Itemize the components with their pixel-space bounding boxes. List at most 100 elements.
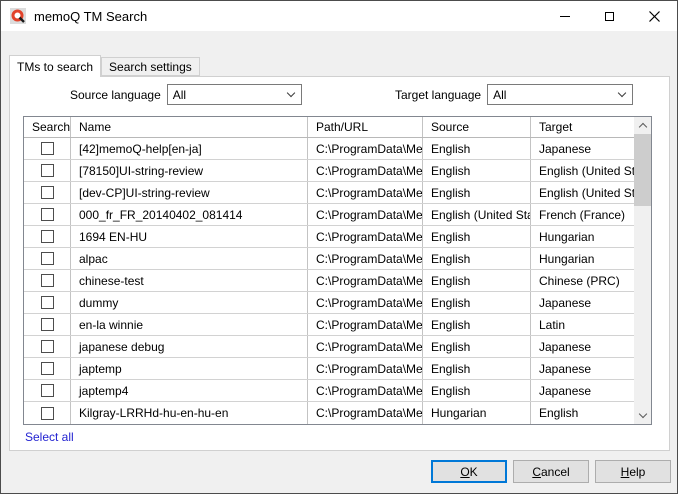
table-row[interactable]: en-la winnieC:\ProgramData\Me...EnglishL… xyxy=(24,314,634,336)
tm-source-cell: English xyxy=(423,314,531,335)
cancel-button[interactable]: Cancel xyxy=(513,460,589,483)
table-row[interactable]: alpacC:\ProgramData\Me...EnglishHungaria… xyxy=(24,248,634,270)
tm-name-cell: [dev-CP]UI-string-review xyxy=(71,182,308,203)
row-checkbox[interactable] xyxy=(41,142,54,155)
row-checkbox[interactable] xyxy=(41,230,54,243)
tm-table-body: [42]memoQ-help[en-ja]C:\ProgramData\Me..… xyxy=(24,138,634,424)
tm-target-cell: Latin xyxy=(531,314,634,335)
tm-target-cell: English xyxy=(531,402,634,424)
table-row[interactable]: [dev-CP]UI-string-reviewC:\ProgramData\M… xyxy=(24,182,634,204)
close-icon xyxy=(649,11,660,22)
row-checkbox[interactable] xyxy=(41,274,54,287)
tm-name-cell: 1694 EN-HU xyxy=(71,226,308,247)
tm-name-cell: chinese-test xyxy=(71,270,308,291)
column-header-name[interactable]: Name xyxy=(71,117,308,137)
tm-target-cell: Japanese xyxy=(531,380,634,401)
chevron-up-icon xyxy=(638,123,646,131)
row-checkbox[interactable] xyxy=(41,384,54,397)
tm-target-cell: Japanese xyxy=(531,292,634,313)
cancel-button-label: ancel xyxy=(541,465,570,479)
tm-path-cell: C:\ProgramData\Me... xyxy=(308,204,423,225)
tab-search-settings[interactable]: Search settings xyxy=(101,57,200,76)
tm-path-cell: C:\ProgramData\Me... xyxy=(308,402,423,424)
ok-button-accesskey: O xyxy=(460,465,469,479)
row-checkbox[interactable] xyxy=(41,186,54,199)
titlebar: memoQ TM Search xyxy=(1,1,677,31)
table-row[interactable]: japtemp4C:\ProgramData\Me...EnglishJapan… xyxy=(24,380,634,402)
row-checkbox[interactable] xyxy=(41,362,54,375)
tm-path-cell: C:\ProgramData\Me... xyxy=(308,248,423,269)
target-language-label: Target language xyxy=(395,88,481,102)
scrollbar-thumb[interactable] xyxy=(634,134,651,206)
maximize-icon xyxy=(605,12,614,21)
tm-target-cell: English (United Sta... xyxy=(531,160,634,181)
scroll-up-button[interactable] xyxy=(634,117,651,134)
search-cell xyxy=(24,226,71,247)
row-checkbox[interactable] xyxy=(41,164,54,177)
target-language-group: Target language All xyxy=(395,84,633,105)
table-row[interactable]: dummyC:\ProgramData\Me...EnglishJapanese xyxy=(24,292,634,314)
tm-source-cell: English xyxy=(423,380,531,401)
window-title: memoQ TM Search xyxy=(34,9,147,24)
row-checkbox[interactable] xyxy=(41,407,54,420)
close-button[interactable] xyxy=(632,1,677,31)
tm-name-cell: japanese debug xyxy=(71,336,308,357)
table-row[interactable]: 1694 EN-HUC:\ProgramData\Me...EnglishHun… xyxy=(24,226,634,248)
tm-target-cell: Japanese xyxy=(531,336,634,357)
search-cell xyxy=(24,358,71,379)
tm-path-cell: C:\ProgramData\Me... xyxy=(308,314,423,335)
search-cell xyxy=(24,160,71,181)
search-cell xyxy=(24,182,71,203)
search-cell xyxy=(24,402,71,424)
column-header-source[interactable]: Source xyxy=(423,117,531,137)
source-language-group: Source language All xyxy=(70,84,302,105)
tm-name-cell: Kilgray-LRRHd-hu-en-hu-en xyxy=(71,402,308,424)
source-language-select[interactable]: All xyxy=(167,84,302,105)
help-button[interactable]: Help xyxy=(595,460,671,483)
tm-name-cell: 000_fr_FR_20140402_081414 xyxy=(71,204,308,225)
chevron-down-icon xyxy=(618,88,626,96)
tm-name-cell: japtemp4 xyxy=(71,380,308,401)
tm-target-cell: French (France) xyxy=(531,204,634,225)
vertical-scrollbar[interactable] xyxy=(634,117,651,424)
tm-target-cell: Japanese xyxy=(531,358,634,379)
table-row[interactable]: [78150]UI-string-reviewC:\ProgramData\Me… xyxy=(24,160,634,182)
table-row[interactable]: japanese debugC:\ProgramData\Me...Englis… xyxy=(24,336,634,358)
row-checkbox[interactable] xyxy=(41,252,54,265)
table-row[interactable]: japtempC:\ProgramData\Me...EnglishJapane… xyxy=(24,358,634,380)
target-language-value: All xyxy=(493,88,506,102)
column-header-search[interactable]: Search xyxy=(24,117,71,137)
tab-tms-to-search[interactable]: TMs to search xyxy=(9,55,101,77)
tm-target-cell: Hungarian xyxy=(531,226,634,247)
column-header-target[interactable]: Target xyxy=(531,117,634,137)
search-cell xyxy=(24,314,71,335)
tm-name-cell: alpac xyxy=(71,248,308,269)
table-row[interactable]: 000_fr_FR_20140402_081414C:\ProgramData\… xyxy=(24,204,634,226)
row-checkbox[interactable] xyxy=(41,296,54,309)
window-controls xyxy=(542,1,677,31)
row-checkbox[interactable] xyxy=(41,318,54,331)
table-header: Search Name Path/URL Source Target xyxy=(24,117,634,138)
tm-path-cell: C:\ProgramData\Me... xyxy=(308,182,423,203)
row-checkbox[interactable] xyxy=(41,208,54,221)
ok-button[interactable]: OK xyxy=(431,460,507,483)
table-row[interactable]: chinese-testC:\ProgramData\Me...EnglishC… xyxy=(24,270,634,292)
select-all-link[interactable]: Select all xyxy=(25,430,74,444)
cancel-button-accesskey: C xyxy=(532,465,541,479)
row-checkbox[interactable] xyxy=(41,340,54,353)
memoq-logo-icon xyxy=(10,8,26,24)
table-row[interactable]: Kilgray-LRRHd-hu-en-hu-enC:\ProgramData\… xyxy=(24,402,634,424)
column-header-path[interactable]: Path/URL xyxy=(308,117,423,137)
table-row[interactable]: [42]memoQ-help[en-ja]C:\ProgramData\Me..… xyxy=(24,138,634,160)
tms-to-search-page: Source language All Target language All … xyxy=(9,76,670,451)
tm-path-cell: C:\ProgramData\Me... xyxy=(308,270,423,291)
maximize-button[interactable] xyxy=(587,1,632,31)
tm-list-table: Search Name Path/URL Source Target [42]m… xyxy=(23,116,652,425)
scroll-down-button[interactable] xyxy=(634,407,651,424)
minimize-button[interactable] xyxy=(542,1,587,31)
tm-source-cell: Hungarian xyxy=(423,402,531,424)
tm-target-cell: Chinese (PRC) xyxy=(531,270,634,291)
search-cell xyxy=(24,292,71,313)
target-language-select[interactable]: All xyxy=(487,84,633,105)
tm-path-cell: C:\ProgramData\Me... xyxy=(308,138,423,159)
